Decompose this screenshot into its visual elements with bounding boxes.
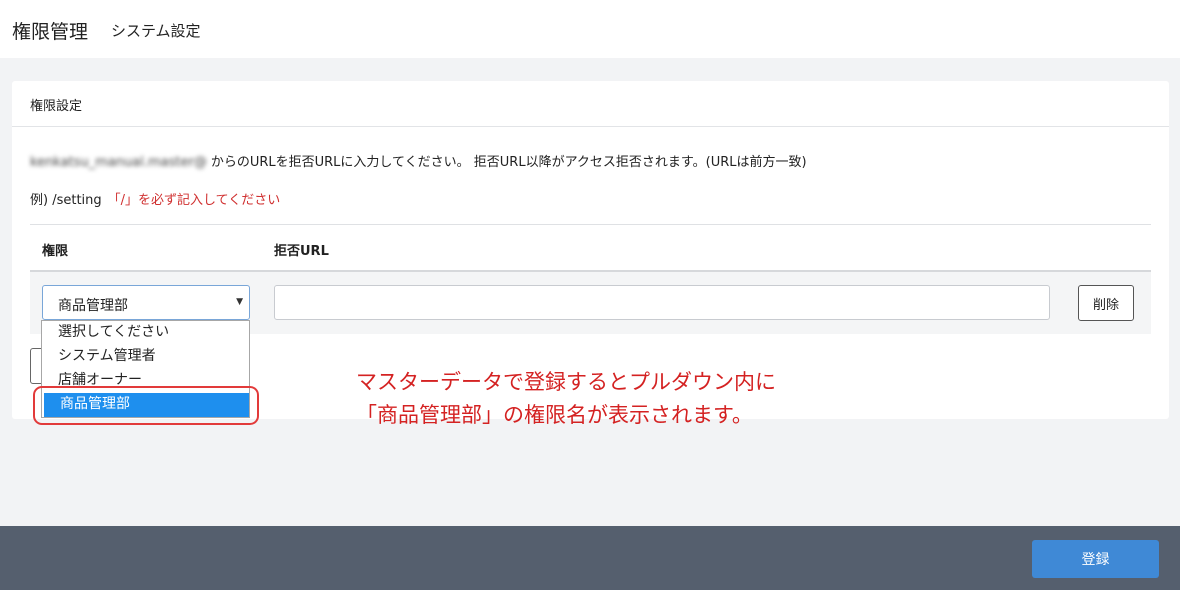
dropdown-option[interactable]: 選択してください — [42, 321, 249, 345]
column-header-url: 拒否URL — [274, 244, 329, 259]
deny-url-input[interactable] — [274, 285, 1050, 320]
caret-down-icon: ▼ — [236, 297, 243, 307]
footer-bar: 登録 — [0, 526, 1180, 590]
example-note: 「/」を必ず記入してください — [107, 193, 281, 208]
blurred-account-name: kenkatsu_manual.master@ — [30, 155, 207, 170]
description: kenkatsu_manual.master@ からのURLを拒否URLに入力して… — [30, 151, 807, 170]
description-text: からのURLを拒否URLに入力してください。 拒否URL以降がアクセス拒否されま… — [210, 155, 807, 170]
annotation-line-2: 「商品管理部」の権限名が表示されます。 — [356, 403, 753, 427]
role-select-value: 商品管理部 — [58, 298, 128, 314]
top-bar: 権限管理 システム設定 — [0, 0, 1180, 58]
column-header-role: 権限 — [42, 244, 69, 259]
delete-button[interactable]: 削除 — [1078, 285, 1134, 321]
role-select[interactable]: 商品管理部 ▼ — [42, 285, 250, 320]
example-line: 例) /setting 「/」を必ず記入してください — [30, 189, 280, 208]
register-button[interactable]: 登録 — [1032, 540, 1159, 578]
dropdown-option[interactable]: システム管理者 — [42, 345, 249, 369]
table-divider — [30, 224, 1151, 225]
highlight-annotation-ring — [33, 386, 259, 425]
example-text: 例) /setting — [30, 193, 102, 208]
page-subtitle: システム設定 — [111, 22, 201, 40]
annotation-text: マスターデータで登録するとプルダウン内に 「商品管理部」の権限名が表示されます。 — [356, 366, 776, 432]
card-header: 権限設定 — [12, 81, 1169, 127]
page-title: 権限管理 — [12, 21, 89, 43]
card-title: 権限設定 — [30, 99, 83, 114]
annotation-line-1: マスターデータで登録するとプルダウン内に — [356, 370, 776, 394]
